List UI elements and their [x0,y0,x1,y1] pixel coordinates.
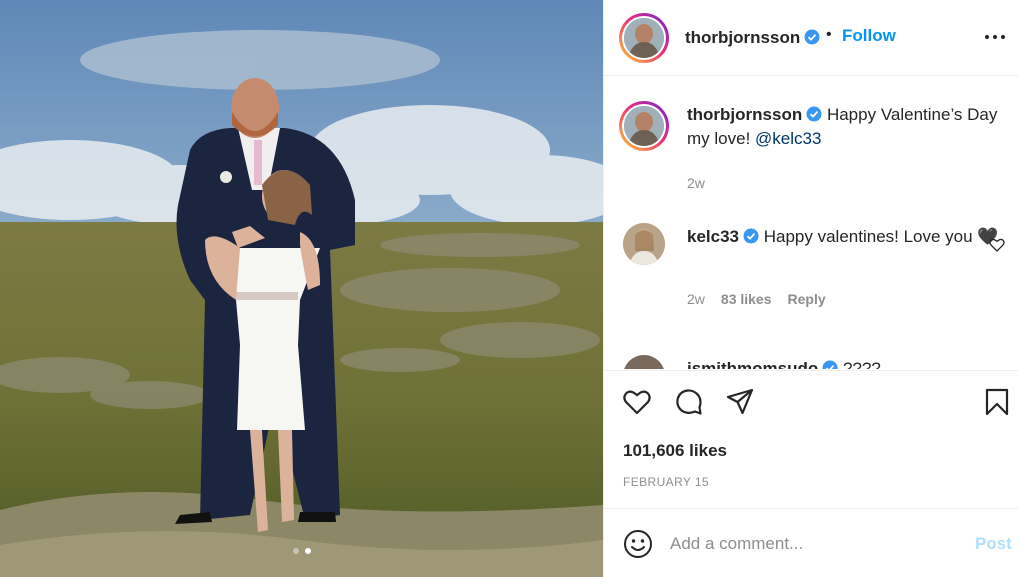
separator: • [826,26,832,43]
verified-badge-icon [822,360,838,369]
action-bar [604,370,1019,430]
carousel-dot-active [304,548,311,554]
post-date[interactable]: FEBRUARY 15 [623,475,709,489]
comment-text: kelc33 Happy valentines! Love you 🖤 [687,225,1007,249]
caption: thorbjornsson Happy Valentine’s Day my l… [619,101,1005,201]
comment-item: jsmithmomsudo ???? [619,355,1005,369]
caption-time[interactable]: 2w [687,175,705,191]
comment-item: kelc33 Happy valentines! Love you 🖤 2w 8… [619,223,1005,323]
post-photo[interactable] [0,0,603,577]
bookmark-icon[interactable] [982,387,1012,417]
comment-body: Happy valentines! Love you 🖤 [763,227,999,246]
comment-meta: 2w 83 likes Reply [687,291,826,307]
post-button[interactable]: Post [975,534,1012,554]
caption-mention[interactable]: @kelc33 [755,129,821,148]
verified-badge-icon [804,29,820,45]
verified-badge-icon [806,106,822,122]
post-panel: thorbjornsson • Follow thorbjornsson Hap… [603,0,1019,577]
more-options-icon[interactable] [984,27,1006,47]
author-avatar[interactable] [619,13,669,63]
carousel-indicator [0,548,603,554]
emoji-icon[interactable] [623,529,653,559]
heart-icon[interactable] [622,387,652,417]
carousel-dot [292,548,299,554]
comment-icon[interactable] [674,387,704,417]
comment-body: ???? [843,359,881,369]
post-header: thorbjornsson • Follow [604,0,1019,76]
commenter-avatar[interactable] [623,355,665,369]
author-avatar[interactable] [619,101,669,151]
comment-time[interactable]: 2w [687,291,705,307]
commenter-avatar[interactable] [623,223,665,265]
follow-button[interactable]: Follow [842,26,896,46]
commenter-username[interactable]: jsmithmomsudo [687,359,838,369]
share-icon[interactable] [725,387,755,417]
like-comment-heart-icon[interactable] [989,237,1005,253]
caption-username[interactable]: thorbjornsson [687,105,822,124]
verified-badge-icon [743,228,759,244]
add-comment-bar: Post [604,508,1019,577]
commenter-username[interactable]: kelc33 [687,227,759,246]
author-username[interactable]: thorbjornsson [685,28,820,48]
caption-text: thorbjornsson Happy Valentine’s Day my l… [687,103,1007,151]
comment-text: jsmithmomsudo ???? [687,357,1007,369]
reply-button[interactable]: Reply [788,291,826,307]
caption-meta: 2w [687,175,705,191]
comments-list[interactable]: thorbjornsson Happy Valentine’s Day my l… [604,77,1019,369]
comment-likes[interactable]: 83 likes [721,291,772,307]
comment-input[interactable] [670,529,950,559]
likes-count[interactable]: 101,606 likes [623,441,727,461]
